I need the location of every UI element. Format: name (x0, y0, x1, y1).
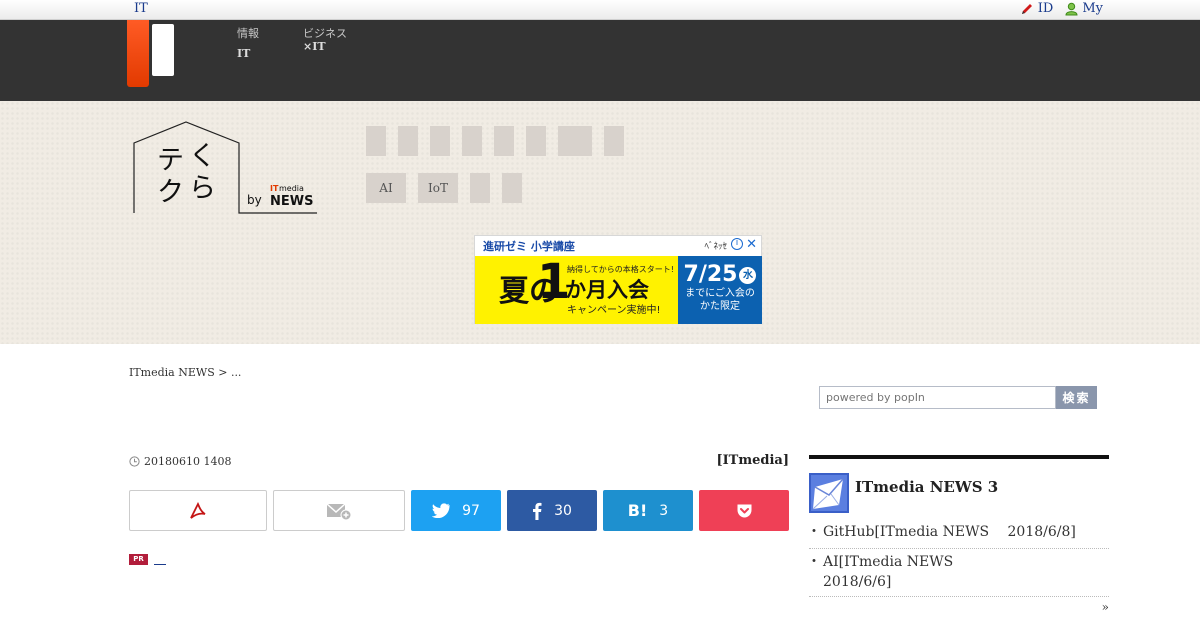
facebook-count: 30 (554, 502, 572, 519)
user-icon (1065, 2, 1078, 15)
category-ai[interactable]: AI (366, 173, 406, 203)
svg-text:ク: ク (157, 177, 184, 208)
header-nav-info[interactable]: 情報 IT (237, 27, 259, 60)
category-item[interactable] (398, 126, 418, 156)
search-input[interactable] (819, 386, 1056, 409)
category-item[interactable] (430, 126, 450, 156)
sidebar-list: GitHub[ITmedia NEWS 2018/6/8] AI[ITmedia… (807, 519, 1109, 598)
header-nav-info-line1: 情報 (237, 27, 259, 40)
category-iot[interactable]: IoT (418, 173, 458, 203)
tekura-logo[interactable]: テ く ク ら by IT media NEWS (133, 121, 319, 215)
ad-headline-bottom: キャンペーン実施中! (567, 305, 661, 316)
category-item[interactable] (526, 126, 546, 156)
hatena-count: 3 (659, 502, 669, 519)
mail-button[interactable] (273, 490, 405, 531)
category-row-2: AI IoT (366, 173, 624, 203)
ad-headline-mid: か月入会 (565, 278, 649, 302)
mail-add-icon (326, 502, 352, 520)
sidebar-ranking: ITmedia NEWS 3 GitHub[ITmedia NEWS 2018/… (807, 455, 1109, 614)
ad-date: 7/25 水 (678, 262, 762, 287)
article-author: [ITmedia] (716, 453, 789, 468)
pdf-icon (190, 501, 206, 519)
sidebar-more-link[interactable]: » (1102, 600, 1109, 614)
header-nav-info-line2: IT (237, 47, 251, 60)
hatena-bookmark-button[interactable]: B! 3 (603, 490, 693, 531)
ad-date-day: 水 (739, 266, 757, 284)
pocket-button[interactable] (699, 490, 789, 531)
category-row-1 (366, 126, 624, 156)
ad-logo: ﾍﾞﾈｯｾ (704, 242, 727, 252)
hatena-bookmark-icon: B! (627, 501, 648, 520)
category-item[interactable] (494, 126, 514, 156)
header-nav-business-line2: ×IT (303, 40, 326, 53)
twitter-share-button[interactable]: 97 (411, 490, 501, 531)
category-item[interactable] (462, 126, 482, 156)
id-label: ID (1037, 1, 1054, 16)
share-bar: 97 30 B! 3 (129, 490, 789, 531)
site-header: 情報 IT ビジネス ×IT (0, 20, 1200, 101)
header-nav-business-line1: ビジネス (303, 27, 347, 40)
article-date: 20180610 1408 (129, 455, 231, 468)
twitter-count: 97 (462, 502, 480, 519)
my-label: My (1082, 1, 1103, 16)
sidebar-top-rule (809, 455, 1109, 459)
pr-link[interactable] (154, 553, 166, 565)
banner-ad[interactable]: 進研ゼミ 小学講座 ﾍﾞﾈｯｾ i ✕ 夏の 1 納得してからの本格スタート! … (474, 235, 762, 324)
ad-date-sub2: かた限定 (700, 301, 740, 312)
ad-info-icon[interactable]: i (731, 238, 743, 250)
ad-close-icon[interactable]: ✕ (746, 237, 757, 252)
svg-text:く: く (189, 141, 216, 172)
article-date-text: 20180610 1408 (144, 455, 232, 468)
id-link[interactable]: ID (1020, 1, 1054, 16)
pdf-button[interactable] (129, 490, 267, 531)
pr-line: PR (129, 553, 166, 565)
svg-text:media: media (279, 184, 304, 193)
category-item[interactable] (470, 173, 490, 203)
ad-date-sub1: までにご入会の (685, 288, 755, 299)
itmedia-logo-orange[interactable] (127, 20, 149, 87)
facebook-icon (533, 502, 542, 520)
hero-band: テ く ク ら by IT media NEWS AI IoT 進研ゼミ 小学講… (0, 101, 1200, 344)
list-item[interactable]: GitHub[ITmedia NEWS 2018/6/8] (807, 519, 1109, 549)
svg-text:ら: ら (189, 173, 216, 204)
clock-icon (129, 456, 140, 467)
newsletter-mail-icon (809, 473, 849, 513)
search-button[interactable]: 検索 (1056, 386, 1097, 409)
article-meta: 20180610 1408 [ITmedia] (129, 453, 789, 471)
category-nav: AI IoT (366, 126, 624, 220)
pencil-icon (1021, 3, 1032, 14)
pr-badge: PR (129, 553, 148, 565)
facebook-share-button[interactable]: 30 (507, 490, 597, 531)
list-item[interactable]: AI[ITmedia NEWS 2018/6/6] (807, 549, 979, 598)
category-item[interactable] (558, 126, 592, 156)
category-item[interactable] (502, 173, 522, 203)
top-bar: IT ID My (0, 0, 1200, 20)
itmedia-logo-white[interactable] (152, 24, 174, 76)
top-account-links: ID My (1020, 1, 1103, 16)
svg-text:by: by (247, 193, 262, 207)
svg-text:IT: IT (270, 184, 279, 193)
pocket-icon (737, 504, 751, 517)
twitter-icon (432, 503, 450, 518)
my-link[interactable]: My (1065, 1, 1103, 16)
category-item[interactable] (366, 126, 386, 156)
sidebar-header: ITmedia NEWS 3 (809, 473, 1109, 513)
header-nav-business[interactable]: ビジネス ×IT (303, 27, 347, 53)
svg-text:テ: テ (157, 145, 184, 176)
svg-text:NEWS: NEWS (270, 194, 313, 209)
top-brand-link[interactable]: IT (134, 1, 148, 16)
site-search: 検索 (819, 386, 1097, 409)
breadcrumb[interactable]: ITmedia NEWS > ... (129, 366, 241, 379)
sidebar-title: ITmedia NEWS 3 (855, 478, 999, 496)
category-item[interactable] (604, 126, 624, 156)
ad-main-panel: 夏の 1 納得してからの本格スタート! か月入会 キャンペーン実施中! (475, 254, 678, 324)
ad-date-panel: 7/25 水 までにご入会の かた限定 (678, 256, 762, 324)
